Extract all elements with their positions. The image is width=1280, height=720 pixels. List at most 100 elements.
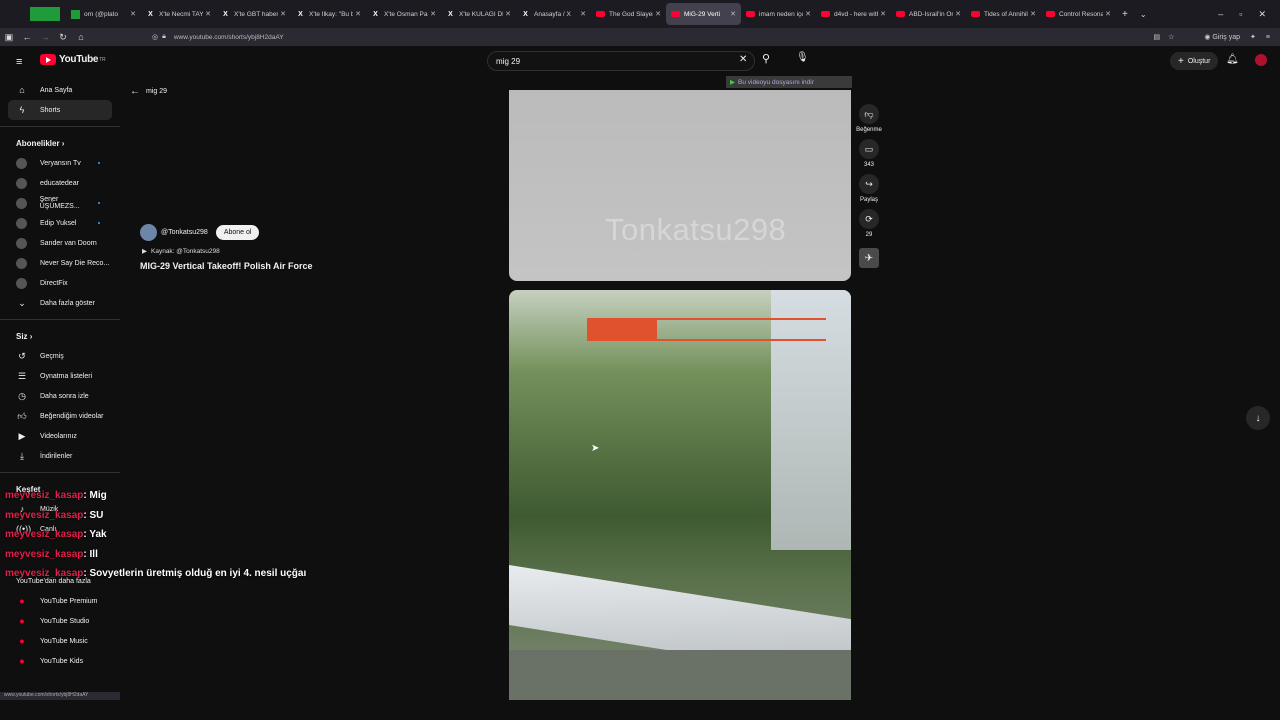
shield-icon[interactable]: ◎ — [152, 33, 158, 41]
back-to-search[interactable]: ← mig 29 — [130, 86, 167, 97]
hamburger-menu-icon[interactable]: ≡ — [16, 56, 22, 68]
browser-tab[interactable]: The God Slayer -✕ — [591, 3, 666, 25]
sidebar-item[interactable]: Sander van Doorn — [8, 233, 112, 253]
browser-tab[interactable]: ABD-İsrail'in Orta✕ — [891, 3, 966, 25]
tab-close-icon[interactable]: ✕ — [955, 10, 961, 18]
browser-tab[interactable]: X X'te GBT haberi: "i✕ — [216, 3, 291, 25]
next-short-button[interactable]: ↓ — [1246, 406, 1270, 430]
browser-tab[interactable]: X Anasayfa / X ✕ — [516, 3, 591, 25]
tab-close-icon[interactable]: ✕ — [280, 10, 286, 18]
sound-thumbnail[interactable]: ✈ — [859, 248, 879, 268]
sidebar-item[interactable]: ● YouTube Premium — [8, 591, 112, 611]
sidebar-item-label: Shorts — [40, 106, 61, 114]
share-icon: ↪ — [865, 178, 873, 189]
create-button[interactable]: + Oluştur — [1170, 52, 1219, 70]
tab-close-icon[interactable]: ✕ — [730, 10, 736, 18]
bookmark-star-icon[interactable]: ☆ — [1168, 33, 1174, 41]
new-tab-button[interactable]: + — [1122, 9, 1128, 20]
signin-button[interactable]: ◉ Giriş yap — [1204, 33, 1240, 41]
subscribe-button[interactable]: Abone ol — [215, 225, 260, 240]
subscriptions-header[interactable]: Abonelikler › — [0, 133, 120, 153]
channel-avatar[interactable] — [140, 224, 157, 241]
sidebar-toggle-icon[interactable]: ▣ — [0, 32, 18, 43]
reload-icon[interactable]: ↻ — [54, 32, 72, 43]
search-icon[interactable]: ⚲ — [762, 52, 770, 65]
youtube-logo[interactable]: YouTube TR — [40, 54, 106, 65]
tab-close-icon[interactable]: ✕ — [430, 10, 436, 18]
tab-close-icon[interactable]: ✕ — [805, 10, 811, 18]
stream-chat-overlay: meyvesiz_kasap: Mig meyvesiz_kasap: SU mey… — [5, 490, 306, 588]
browser-tab[interactable]: X X'te Necmi TAYIN✕ — [141, 3, 216, 25]
notifications-bell-icon[interactable]: 🔔︎ — [1226, 54, 1239, 65]
sidebar-item[interactable]: ↺ Geçmiş — [8, 346, 112, 366]
sidebar-item[interactable]: ⌂ Ana Sayfa — [8, 80, 112, 100]
sidebar-item[interactable]: Veryansın Tv — [8, 153, 112, 173]
download-video-bar[interactable]: ▶ Bu videoyu dosyasını indir — [726, 76, 852, 88]
playlist-icon: ☰ — [17, 370, 27, 381]
clear-search-icon[interactable]: ✕ — [739, 54, 747, 65]
tab-close-icon[interactable]: ✕ — [655, 10, 661, 18]
live-dot — [98, 222, 100, 224]
sidebar-item[interactable]: Edip Yuksel — [8, 213, 112, 233]
tab-close-icon[interactable]: ✕ — [1030, 10, 1036, 18]
tab-close-icon[interactable]: ✕ — [205, 10, 211, 18]
share-button[interactable]: ↪ — [859, 174, 879, 194]
browser-tab[interactable]: X X'te İlkay: "Bu biz✕ — [291, 3, 366, 25]
browser-tab[interactable]: X X'te Osman Pam ✕ — [366, 3, 441, 25]
tab-list-button[interactable]: ⌄ — [1140, 10, 1147, 19]
browser-tab[interactable]: imam neden içer ✕ — [741, 3, 816, 25]
tab-close-icon[interactable]: ✕ — [880, 10, 886, 18]
you-header[interactable]: Siz › — [0, 326, 120, 346]
browser-tab[interactable]: orn (@plato ✕ — [66, 3, 141, 25]
home-button-icon[interactable]: ⌂ — [72, 32, 90, 42]
sidebar-item[interactable]: ϟ Shorts — [8, 100, 112, 120]
sidebar-item[interactable]: ● YouTube Kids — [8, 651, 112, 671]
sidebar-item[interactable]: 👍︎ Beğendiğim videolar — [8, 406, 112, 426]
sidebar-item[interactable]: ⤓ İndirilenler — [8, 446, 112, 466]
tab-close-icon[interactable]: ✕ — [580, 10, 586, 18]
green-tab-icon[interactable] — [30, 7, 60, 21]
tab-close-icon[interactable]: ✕ — [355, 10, 361, 18]
remix-button[interactable]: ⟳ — [859, 209, 879, 229]
tab-close-icon[interactable]: ✕ — [1105, 10, 1111, 18]
close-window-button[interactable]: ✕ — [1258, 9, 1266, 20]
show-more-button[interactable]: ⌄ Daha fazla göster — [8, 293, 112, 313]
comments-button[interactable]: ▭ — [859, 139, 879, 159]
search-input[interactable]: mig 29 — [487, 51, 755, 71]
previous-short-video[interactable]: Tonkatsu298 — [509, 90, 851, 281]
sidebar-item[interactable]: ● YouTube Music — [8, 631, 112, 651]
lock-icon[interactable]: 🔒︎ — [162, 33, 166, 41]
sidebar-item[interactable]: educatedear — [8, 173, 112, 193]
tab-close-icon[interactable]: ✕ — [130, 10, 136, 18]
back-icon[interactable]: ← — [18, 32, 36, 42]
url-text[interactable]: www.youtube.com/shorts/ybj8H2daAY — [174, 34, 284, 41]
browser-tab[interactable]: d4vd - here with ✕ — [816, 3, 891, 25]
sidebar-item[interactable]: ● YouTube Studio — [8, 611, 112, 631]
current-short-video[interactable] — [509, 290, 851, 700]
sidebar-item[interactable]: Never Say Die Reco... — [8, 253, 112, 273]
reader-mode-icon[interactable]: ▤ — [1153, 33, 1160, 41]
sidebar-item[interactable]: ☰ Oynatma listeleri — [8, 366, 112, 386]
browser-tab[interactable]: Tides of Annihilat✕ — [966, 3, 1041, 25]
dislike-button[interactable]: 👎︎ — [859, 104, 879, 124]
menu-icon[interactable]: ≡ — [1266, 34, 1270, 41]
extensions-icon[interactable]: ✦ — [1250, 33, 1256, 41]
sidebar-item[interactable]: ▶ Videolarınız — [8, 426, 112, 446]
source-row[interactable]: ▶ Kaynak: @Tonkatsu298 — [142, 247, 220, 256]
sidebar-item[interactable]: ◷ Daha sonra izle — [8, 386, 112, 406]
microphone-icon[interactable]: 🎙︎ — [796, 52, 809, 63]
youtube-icon — [896, 10, 905, 19]
forward-icon[interactable]: → — [36, 32, 54, 42]
browser-tab[interactable]: MiG-29 Verti ✕ — [666, 3, 741, 25]
minimize-button[interactable]: – — [1218, 9, 1223, 20]
browser-tab[interactable]: X X'te KULAĞI DELİ✕ — [441, 3, 516, 25]
account-avatar[interactable] — [1255, 54, 1267, 66]
tab-close-icon[interactable]: ✕ — [505, 10, 511, 18]
channel-name[interactable]: @Tonkatsu298 — [161, 229, 208, 236]
browser-tab[interactable]: Control Resonan ✕ — [1041, 3, 1116, 25]
maximize-button[interactable]: ▫ — [1239, 9, 1242, 20]
sidebar-item[interactable]: DirectFix — [8, 273, 112, 293]
download-bar-label: Bu videoyu dosyasını indir — [738, 78, 814, 86]
youtube-logo-icon — [971, 11, 980, 17]
sidebar-item[interactable]: Şener ÜŞÜMEZS... — [8, 193, 112, 213]
